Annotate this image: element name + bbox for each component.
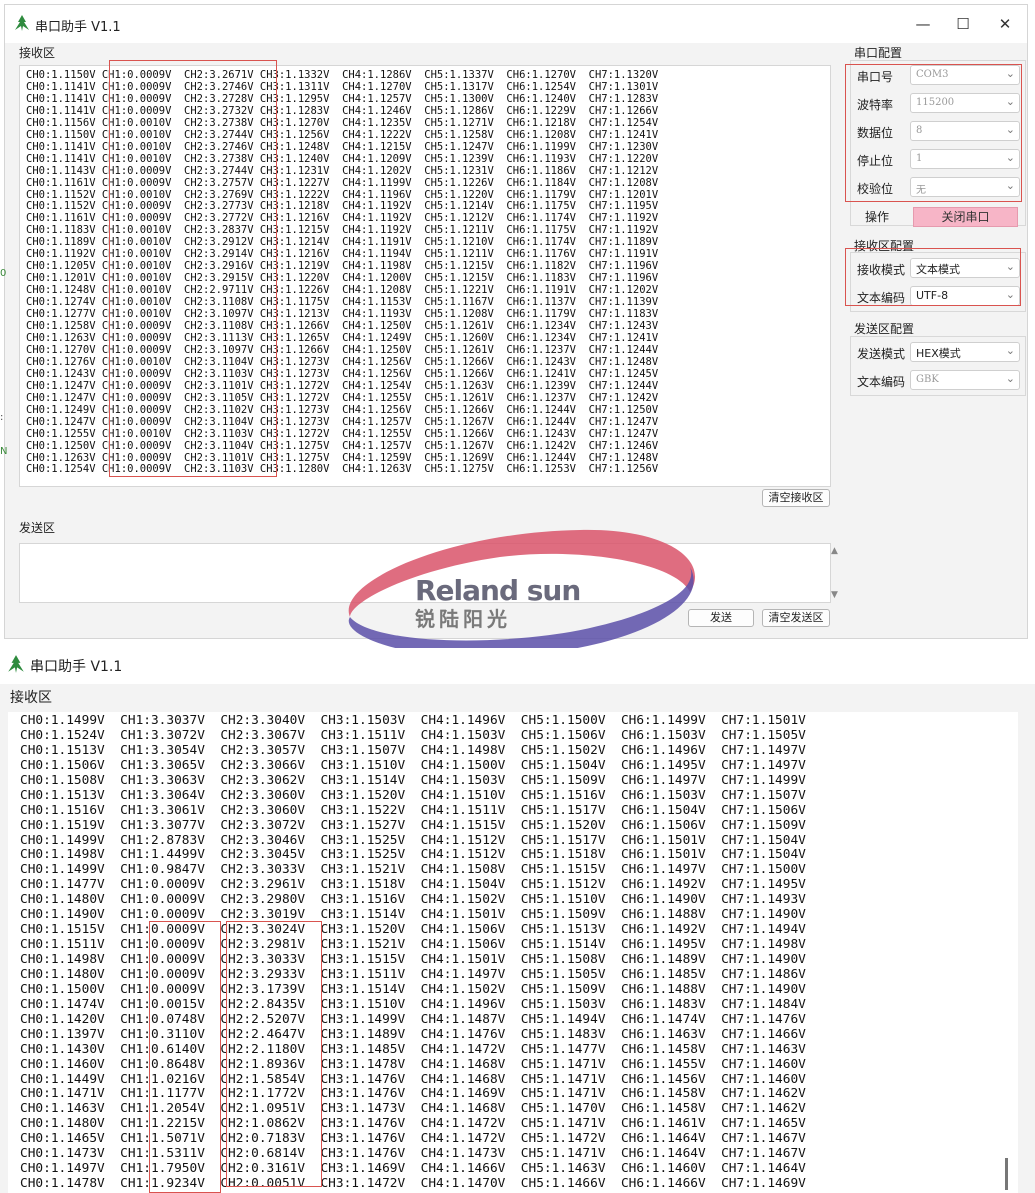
tx-encoding-label: 文本编码	[857, 375, 906, 389]
rx-line: CH0:1.1497V CH1:1.7950V CH2:0.3161V CH3:…	[20, 1161, 806, 1177]
chevron-down-icon: ⌄	[1005, 372, 1015, 385]
title-bar: 串口助手 V1.1 — ☐ ✕	[5, 5, 1027, 43]
rx-line: CH0:1.1473V CH1:1.5311V CH2:0.6814V CH3:…	[20, 1146, 806, 1162]
rx-line: CH0:1.1480V CH1:0.0009V CH2:3.2933V CH3:…	[20, 966, 806, 982]
app-logo-icon	[15, 15, 29, 31]
rx-line: CH0:1.1511V CH1:0.0009V CH2:3.2981V CH3:…	[20, 937, 806, 953]
highlight-serial-config	[845, 64, 1022, 202]
clear-rx-button[interactable]: 清空接收区	[762, 489, 830, 507]
tx-area-label: 发送区	[19, 521, 56, 535]
rx-line: CH0:1.1471V CH1:1.1177V CH2:1.1772V CH3:…	[20, 1086, 806, 1102]
edge-mark: 0	[0, 268, 7, 279]
edge-mark: N	[0, 446, 8, 457]
rx-line: CH0:1.1500V CH1:0.0009V CH2:3.1739V CH3:…	[20, 981, 806, 997]
minimize-icon[interactable]: —	[908, 13, 938, 35]
close-icon[interactable]: ✕	[990, 13, 1020, 35]
clear-tx-button[interactable]: 清空发送区	[762, 609, 830, 627]
app-logo-icon	[8, 655, 24, 673]
rx-line: CH0:1.1474V CH1:0.0015V CH2:2.8435V CH3:…	[20, 996, 806, 1012]
title-bar-2: 串口助手 V1.1	[0, 648, 1035, 684]
rx-line: CH0:1.1490V CH1:0.0009V CH2:3.3019V CH3:…	[20, 907, 806, 923]
tx-config-title: 发送区配置	[854, 322, 915, 336]
tx-mode-select[interactable]: HEX模式 ⌄	[910, 342, 1020, 362]
rx-line: CH0:1.1499V CH1:3.3037V CH2:3.3040V CH3:…	[20, 713, 806, 728]
rx-line: CH0:1.1519V CH1:3.3077V CH2:3.3072V CH3:…	[20, 817, 806, 833]
rx-line: CH0:1.1524V CH1:3.3072V CH2:3.3067V CH3:…	[20, 727, 806, 743]
rx-line: CH0:1.1515V CH1:0.0009V CH2:3.3024V CH3:…	[20, 922, 806, 938]
tx-mode-label: 发送模式	[857, 347, 906, 361]
watermark-text-cn: 锐陆阳光	[415, 607, 511, 631]
rx-line: CH0:1.1460V CH1:0.8648V CH2:1.8936V CH3:…	[20, 1056, 806, 1072]
operation-label: 操作	[865, 210, 890, 224]
rx-line: CH0:1.1498V CH1:1.4499V CH2:3.3045V CH3:…	[20, 847, 806, 863]
highlight-ch1-ch2-box	[109, 60, 277, 477]
rx-line: CH0:1.1478V CH1:1.9234V CH2:0.0051V CH3:…	[20, 1176, 806, 1192]
rx-line: CH0:1.1516V CH1:3.3061V CH2:3.3060V CH3:…	[20, 802, 806, 818]
rx-line: CH0:1.1498V CH1:0.0009V CH2:3.3033V CH3:…	[20, 952, 806, 967]
maximize-icon[interactable]: ☐	[948, 13, 978, 35]
rx-line: CH0:1.1449V CH1:1.0216V CH2:1.5854V CH3:…	[20, 1071, 806, 1087]
edge-mark: :	[0, 412, 4, 423]
window-title: 串口助手 V1.1	[35, 20, 121, 35]
rx-line: CH0:1.1477V CH1:0.0009V CH2:3.2961V CH3:…	[20, 877, 806, 893]
rx-area-label-2: 接收区	[10, 690, 52, 706]
rx-line: CH0:1.1506V CH1:3.3065V CH2:3.3066V CH3:…	[20, 757, 806, 773]
rx-area-label: 接收区	[19, 46, 56, 60]
chevron-down-icon: ⌄	[1005, 344, 1015, 357]
rx-line: CH0:1.1513V CH1:3.3054V CH2:3.3057V CH3:…	[20, 742, 806, 758]
rx-line: CH0:1.1513V CH1:3.3064V CH2:3.3060V CH3:…	[20, 787, 806, 803]
tx-encoding-select[interactable]: GBK ⌄	[910, 370, 1020, 390]
window-title-2: 串口助手 V1.1	[30, 659, 123, 675]
rx-line: CH0:1.1499V CH1:2.8783V CH2:3.3046V CH3:…	[20, 832, 806, 848]
rx-scrollbar-2[interactable]	[1005, 1158, 1008, 1190]
rx-line: CH0:1.1508V CH1:3.3063V CH2:3.3062V CH3:…	[20, 772, 806, 788]
scroll-up-icon[interactable]: ▲	[831, 546, 838, 556]
rx-line: CH0:1.1465V CH1:1.5071V CH2:0.7183V CH3:…	[20, 1131, 806, 1147]
close-port-button[interactable]: 关闭串口	[913, 207, 1018, 227]
rx-line: CH0:1.1499V CH1:0.9847V CH2:3.3033V CH3:…	[20, 862, 806, 878]
scroll-down-icon[interactable]: ▼	[831, 590, 838, 600]
highlight-ch1-box	[149, 921, 221, 1193]
rx-line: CH0:1.1480V CH1:0.0009V CH2:3.2980V CH3:…	[20, 892, 806, 908]
serial-config-title: 串口配置	[854, 46, 903, 60]
receive-lines-2: CH0:1.1499V CH1:3.3037V CH2:3.3040V CH3:…	[20, 713, 806, 1192]
highlight-rx-config	[845, 248, 1021, 306]
rx-line: CH0:1.1397V CH1:0.3110V CH2:2.4647V CH3:…	[20, 1026, 806, 1042]
rx-line: CH0:1.1430V CH1:0.6140V CH2:2.1180V CH3:…	[20, 1041, 806, 1057]
highlight-ch2-box	[226, 921, 322, 1187]
rx-line: CH0:1.1420V CH1:0.0748V CH2:2.5207V CH3:…	[20, 1011, 806, 1027]
rx-line: CH0:1.1463V CH1:1.2054V CH2:1.0951V CH3:…	[20, 1101, 806, 1117]
rx-line: CH0:1.1480V CH1:1.2215V CH2:1.0862V CH3:…	[20, 1116, 806, 1132]
